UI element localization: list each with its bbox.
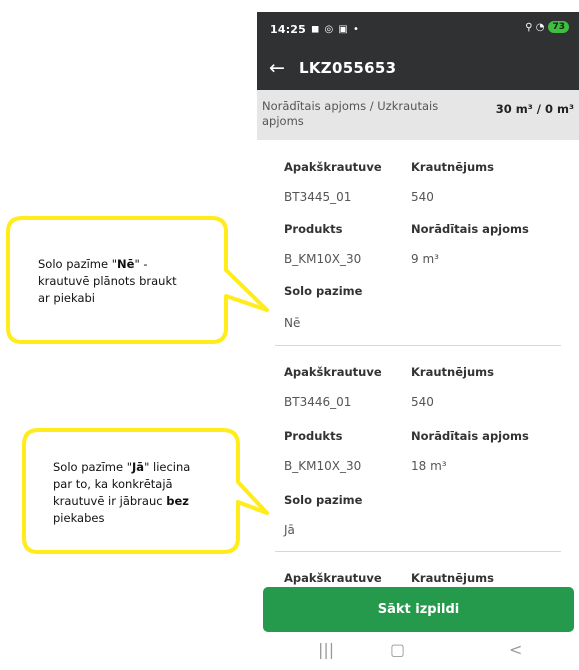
callout-text-1: Solo pazīme "Nē" - krautuvē plānots brau… [38,257,177,305]
callout-bubbles [6,216,269,554]
callout-text-2: Solo pazīme "Jā" liecina par to, ka konk… [53,460,191,525]
